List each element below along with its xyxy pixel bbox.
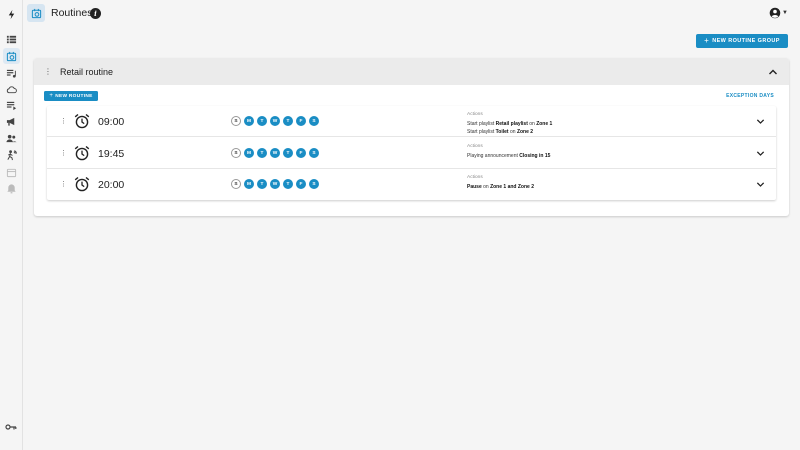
drag-handle-icon[interactable]: ⋮ — [44, 68, 52, 76]
new-routine-group-button[interactable]: + NEW ROUTINE GROUP — [696, 34, 788, 48]
new-routine-button[interactable]: + NEW ROUTINE — [44, 91, 98, 101]
day-tuesday[interactable]: T — [257, 116, 267, 126]
day-tuesday[interactable]: T — [257, 148, 267, 158]
day-sunday[interactable]: S — [231, 179, 241, 189]
drag-handle-icon[interactable]: ⋮ — [60, 118, 67, 125]
exception-days-link[interactable]: EXCEPTION DAYS — [726, 93, 774, 99]
routine-list: ⋮ 09:00 S M T W T F S Actions Start play… — [47, 106, 776, 200]
users-icon[interactable] — [3, 130, 20, 146]
chevron-down-icon: ▼ — [782, 10, 788, 16]
action-line: Start playlist Retail playlist on Zone 1 — [467, 121, 553, 127]
routine-row[interactable]: ⋮ 19:45 S M T W T F S Actions Playing an… — [47, 138, 776, 169]
day-tuesday[interactable]: T — [257, 179, 267, 189]
routine-group-header[interactable]: ⋮ Retail routine — [34, 58, 789, 85]
routine-actions: Actions Start playlist Retail playlist o… — [467, 112, 552, 136]
account-icon — [769, 7, 781, 19]
page-title: Routines — [51, 7, 93, 19]
routine-actions: Actions Pause on Zone 1 and Zone 2 — [467, 175, 534, 191]
routine-time: 20:00 — [98, 179, 125, 191]
day-thursday[interactable]: T — [283, 148, 293, 158]
action-line: Start playlist Toilet on Zone 2 — [467, 129, 534, 135]
key-icon[interactable] — [5, 419, 17, 430]
drag-handle-icon[interactable]: ⋮ — [60, 150, 67, 157]
day-thursday[interactable]: T — [283, 116, 293, 126]
routine-row[interactable]: ⋮ 20:00 S M T W T F S Actions Pause on Z… — [47, 169, 776, 200]
top-bar: Routines i ▼ — [23, 0, 800, 28]
alarm-clock-icon — [74, 176, 90, 192]
routine-time: 09:00 — [98, 116, 125, 128]
day-friday[interactable]: F — [296, 116, 306, 126]
action-line: Playing announcement Closing in 15 — [467, 153, 551, 159]
actions-heading: Actions — [467, 112, 483, 117]
drag-handle-icon[interactable]: ⋮ — [60, 181, 67, 188]
account-menu[interactable]: ▼ — [769, 7, 788, 19]
chevron-down-icon[interactable] — [756, 180, 765, 189]
cloud-icon[interactable] — [3, 81, 20, 97]
motion-icon[interactable] — [3, 147, 20, 163]
routine-group-title: Retail routine — [60, 67, 114, 77]
plus-icon: + — [704, 36, 710, 45]
weekday-selector: S M T W T F S — [231, 148, 319, 158]
day-saturday[interactable]: S — [309, 116, 319, 126]
day-monday[interactable]: M — [244, 116, 254, 126]
chevron-down-icon[interactable] — [756, 149, 765, 158]
day-monday[interactable]: M — [244, 148, 254, 158]
day-wednesday[interactable]: W — [270, 148, 280, 158]
bell-icon[interactable] — [3, 180, 20, 196]
day-friday[interactable]: F — [296, 179, 306, 189]
actions-heading: Actions — [467, 175, 483, 180]
day-friday[interactable]: F — [296, 148, 306, 158]
day-monday[interactable]: M — [244, 179, 254, 189]
weekday-selector: S M T W T F S — [231, 116, 319, 126]
new-routine-group-label: NEW ROUTINE GROUP — [712, 38, 780, 44]
alarm-clock-icon — [74, 113, 90, 129]
chevron-up-icon[interactable] — [768, 67, 778, 77]
weekday-selector: S M T W T F S — [231, 179, 319, 189]
logo-icon[interactable] — [3, 6, 20, 22]
actions-heading: Actions — [467, 144, 483, 149]
megaphone-icon[interactable] — [3, 113, 20, 129]
day-sunday[interactable]: S — [231, 116, 241, 126]
action-line: Pause on Zone 1 and Zone 2 — [467, 184, 534, 190]
new-routine-label: NEW ROUTINE — [55, 93, 93, 99]
day-wednesday[interactable]: W — [270, 116, 280, 126]
routine-row[interactable]: ⋮ 09:00 S M T W T F S Actions Start play… — [47, 106, 776, 137]
routines-header-icon — [27, 4, 45, 22]
routine-time: 19:45 — [98, 148, 125, 160]
list-icon[interactable] — [3, 31, 20, 47]
alarm-clock-icon — [74, 145, 90, 161]
plus-icon: + — [49, 93, 54, 99]
day-thursday[interactable]: T — [283, 179, 293, 189]
library-icon[interactable] — [3, 97, 20, 113]
routines-icon[interactable] — [3, 48, 20, 64]
day-wednesday[interactable]: W — [270, 179, 280, 189]
chevron-down-icon[interactable] — [756, 117, 765, 126]
routine-actions: Actions Playing announcement Closing in … — [467, 144, 550, 160]
day-saturday[interactable]: S — [309, 179, 319, 189]
routine-group-card: ⋮ Retail routine + NEW ROUTINE EXCEPTION… — [34, 58, 789, 216]
info-icon[interactable]: i — [90, 8, 101, 19]
playlist-icon[interactable] — [3, 65, 20, 81]
calendar-icon[interactable] — [3, 164, 20, 180]
sidebar — [0, 0, 23, 450]
day-saturday[interactable]: S — [309, 148, 319, 158]
day-sunday[interactable]: S — [231, 148, 241, 158]
